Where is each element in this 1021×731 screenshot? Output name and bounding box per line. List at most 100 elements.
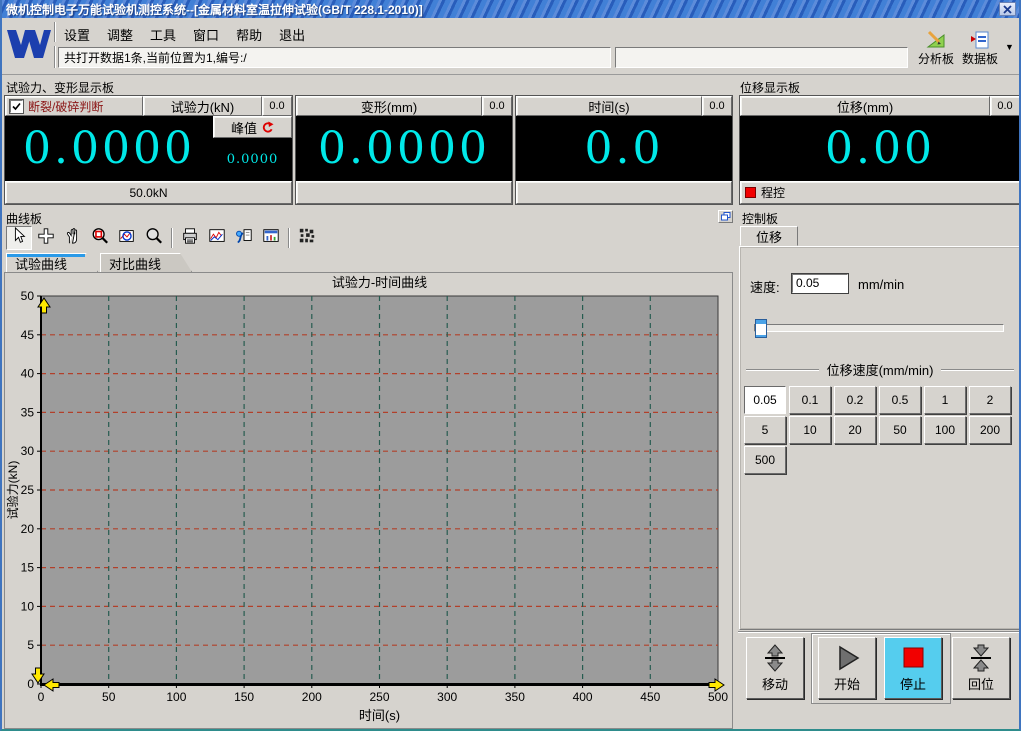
speed-preset-10[interactable]: 10 bbox=[789, 416, 831, 444]
svg-text:0: 0 bbox=[38, 690, 45, 704]
peak-refresh-icon bbox=[261, 121, 274, 134]
app-window: 微机控制电子万能试验机测控系统--[金属材料室温拉伸试验(GB/T 228.1-… bbox=[0, 0, 1021, 731]
svg-text:30: 30 bbox=[21, 444, 35, 458]
speed-label: 速度: bbox=[750, 277, 780, 296]
checkbox-check-icon bbox=[10, 100, 23, 113]
curve-tabs: 试验曲线对比曲线 bbox=[6, 253, 192, 272]
svg-text:35: 35 bbox=[21, 405, 35, 419]
chart-area[interactable]: 0501001502002503003504004505000510152025… bbox=[4, 272, 733, 729]
curve-tab-1[interactable]: 对比曲线 bbox=[100, 253, 192, 272]
speed-preset-5[interactable]: 5 bbox=[744, 416, 786, 444]
force-capacity: 50.0kN bbox=[5, 181, 292, 204]
svg-text:350: 350 bbox=[505, 690, 525, 704]
data-panel-button[interactable]: 数据板 bbox=[958, 30, 1002, 67]
zoom-curve-button[interactable] bbox=[114, 226, 140, 250]
speed-preset-50[interactable]: 50 bbox=[879, 416, 921, 444]
peak-value: 0.0000 bbox=[227, 152, 279, 167]
speed-preset-2[interactable]: 2 bbox=[969, 386, 1011, 414]
status-text: 共打开数据1条,当前位置为1,编号:/ bbox=[64, 49, 247, 66]
disp-value: 0.00 bbox=[825, 127, 935, 171]
return-label: 回位 bbox=[968, 674, 994, 693]
menu-item-0[interactable]: 设置 bbox=[60, 23, 94, 46]
speed-slider-track[interactable] bbox=[754, 324, 1004, 332]
speed-slider-thumb[interactable] bbox=[755, 319, 767, 338]
break-judge-checkbox[interactable]: 断裂/破碎判断 bbox=[5, 96, 143, 116]
time-header: 时间(s) 0.0 bbox=[516, 96, 732, 116]
data-window-button[interactable] bbox=[258, 226, 284, 250]
more-actions-dropdown[interactable]: ▼ bbox=[1005, 42, 1014, 52]
speed-preset-1[interactable]: 1 bbox=[924, 386, 966, 414]
curve-panel-restore-button[interactable] bbox=[718, 210, 733, 223]
deform-bottom-strip bbox=[296, 181, 512, 204]
curve-style-button[interactable] bbox=[204, 226, 230, 250]
close-icon bbox=[1003, 5, 1012, 14]
move-button[interactable]: 移动 bbox=[746, 637, 804, 699]
close-button[interactable] bbox=[999, 2, 1016, 16]
svg-text:时间(s): 时间(s) bbox=[359, 708, 400, 723]
speed-preset-200[interactable]: 200 bbox=[969, 416, 1011, 444]
restore-icon bbox=[721, 212, 731, 221]
barcode-icon bbox=[298, 227, 316, 250]
svg-text:15: 15 bbox=[21, 561, 35, 575]
select-cursor-button[interactable] bbox=[6, 226, 32, 250]
svg-text:试验力(kN): 试验力(kN) bbox=[5, 461, 20, 520]
pan-hand-icon bbox=[64, 227, 82, 250]
disp-header: 位移(mm) 0.0 bbox=[740, 96, 1020, 116]
time-title: 时间(s) bbox=[516, 96, 702, 116]
peak-reset-button[interactable]: 峰值 bbox=[213, 116, 292, 138]
menu-item-4[interactable]: 帮助 bbox=[232, 23, 266, 46]
menu-separator bbox=[54, 22, 56, 42]
speed-preset-0.2[interactable]: 0.2 bbox=[834, 386, 876, 414]
time-display-group: 时间(s) 0.0 0.0 bbox=[515, 95, 733, 205]
curve-tab-0[interactable]: 试验曲线 bbox=[6, 253, 98, 272]
svg-text:150: 150 bbox=[234, 690, 254, 704]
analysis-label: 分析板 bbox=[918, 50, 954, 67]
start-button[interactable]: 开始 bbox=[818, 637, 876, 699]
data-window-icon bbox=[262, 227, 280, 250]
return-home-icon bbox=[966, 643, 996, 673]
barcode-button[interactable] bbox=[294, 226, 320, 250]
svg-text:10: 10 bbox=[21, 599, 35, 613]
speed-preset-20[interactable]: 20 bbox=[834, 416, 876, 444]
speed-input[interactable]: 0.05 bbox=[792, 274, 848, 293]
zoom-region-icon bbox=[91, 227, 109, 250]
status-text-box: 共打开数据1条,当前位置为1,编号:/ bbox=[58, 47, 611, 68]
menu-item-1[interactable]: 调整 bbox=[103, 23, 137, 46]
return-button[interactable]: 回位 bbox=[952, 637, 1010, 699]
print-button[interactable] bbox=[177, 226, 203, 250]
crosshair-button[interactable] bbox=[33, 226, 59, 250]
speed-preset-0.5[interactable]: 0.5 bbox=[879, 386, 921, 414]
svg-text:450: 450 bbox=[640, 690, 660, 704]
disp-corner-value: 0.0 bbox=[990, 96, 1020, 116]
display-panel-title: 试验力、变形显示板 bbox=[6, 79, 114, 96]
copy-curve-button[interactable] bbox=[231, 226, 257, 250]
speed-preset-0.05[interactable]: 0.05 bbox=[744, 386, 786, 414]
pan-hand-button[interactable] bbox=[60, 226, 86, 250]
menu-item-5[interactable]: 退出 bbox=[275, 23, 309, 46]
analysis-panel-button[interactable]: 分析板 bbox=[914, 30, 958, 67]
svg-text:5: 5 bbox=[27, 638, 34, 652]
move-updown-icon bbox=[760, 643, 790, 673]
start-label: 开始 bbox=[834, 674, 860, 693]
time-corner-value: 0.0 bbox=[702, 96, 732, 116]
window-title: 微机控制电子万能试验机测控系统--[金属材料室温拉伸试验(GB/T 228.1-… bbox=[2, 1, 423, 18]
force-time-chart: 0501001502002503003504004505000510152025… bbox=[5, 273, 732, 728]
disp-display-group: 位移(mm) 0.0 0.00 程控 bbox=[739, 95, 1021, 205]
curve-toolbar bbox=[6, 225, 320, 251]
zoom-region-button[interactable] bbox=[87, 226, 113, 250]
svg-text:45: 45 bbox=[21, 328, 35, 342]
menu-item-2[interactable]: 工具 bbox=[146, 23, 180, 46]
divider-right bbox=[941, 369, 1014, 371]
zoom-button[interactable] bbox=[141, 226, 167, 250]
speed-preset-100[interactable]: 100 bbox=[924, 416, 966, 444]
tab-displacement[interactable]: 位移 bbox=[740, 226, 798, 246]
force-display-body: 0.0000 峰值 0.0000 bbox=[5, 116, 292, 181]
speed-preset-0.1[interactable]: 0.1 bbox=[789, 386, 831, 414]
analysis-icon bbox=[925, 30, 947, 50]
menu-item-3[interactable]: 窗口 bbox=[189, 23, 223, 46]
svg-text:400: 400 bbox=[573, 690, 593, 704]
speed-preset-500[interactable]: 500 bbox=[744, 446, 786, 474]
mode-strip: 程控 bbox=[740, 181, 1020, 204]
stop-button[interactable]: 停止 bbox=[884, 637, 942, 699]
deform-title: 变形(mm) bbox=[296, 96, 482, 116]
